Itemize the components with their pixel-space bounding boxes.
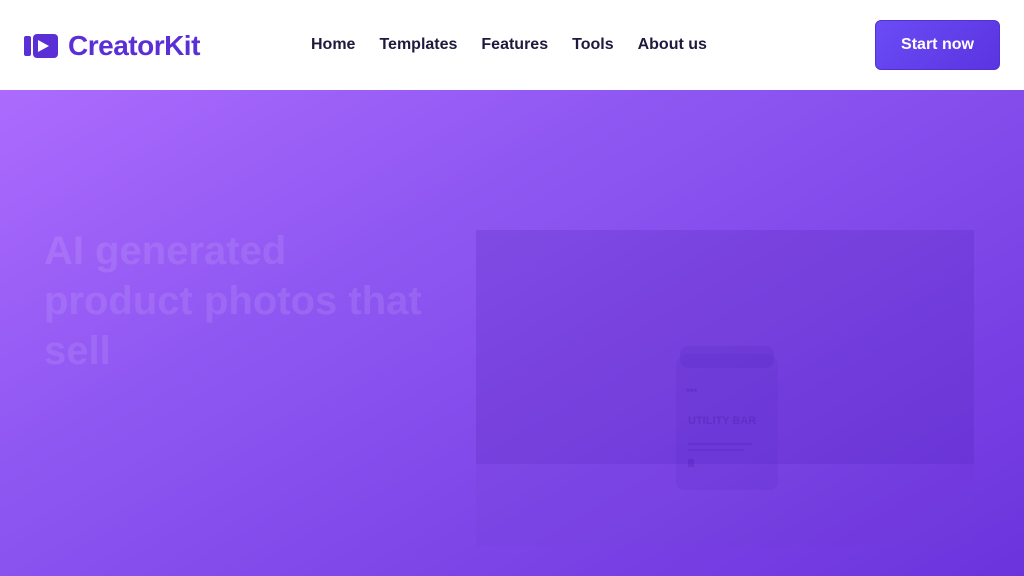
hero-section: AI generated product photos that sell ■■…	[0, 90, 1024, 576]
product-jar-text-line	[688, 443, 752, 445]
start-now-button[interactable]: Start now	[875, 20, 1000, 70]
nav-link-home[interactable]: Home	[311, 34, 355, 56]
product-photo: ■■■ UTILITY BAR	[476, 230, 974, 546]
nav-link-about-us[interactable]: About us	[638, 34, 707, 56]
product-jar-title: UTILITY BAR	[688, 415, 757, 427]
product-jar-lid	[680, 346, 774, 368]
hero-headline: AI generated product photos that sell	[44, 229, 422, 373]
product-jar-symbol	[688, 459, 694, 467]
brand-name: CreatorKit	[68, 30, 200, 61]
product-jar-brand-mark: ■■■	[686, 388, 697, 394]
nav-link-features[interactable]: Features	[481, 34, 548, 56]
play-camera-icon	[24, 34, 58, 58]
brand-logo[interactable]: CreatorKit	[24, 29, 200, 63]
main-nav: Home Templates Features Tools About us	[311, 34, 707, 56]
site-header: CreatorKit Home Templates Features Tools…	[0, 0, 1024, 90]
nav-link-tools[interactable]: Tools	[572, 34, 613, 56]
nav-link-templates[interactable]: Templates	[379, 34, 457, 56]
product-jar-text-line	[688, 449, 744, 451]
